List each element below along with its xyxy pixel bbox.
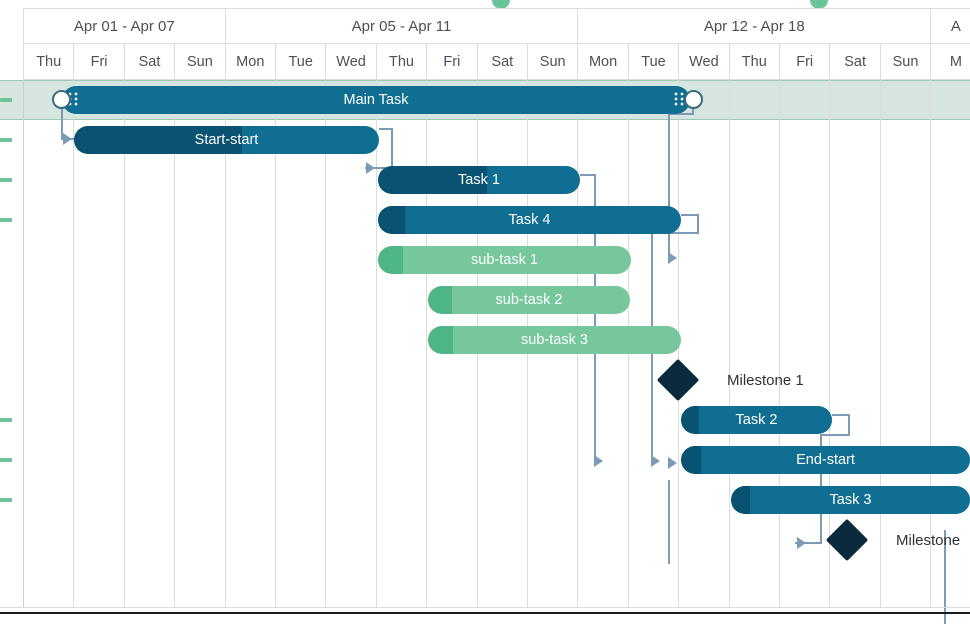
task-bar-label: Task 3 (829, 492, 872, 508)
task-progress-fill (428, 286, 453, 314)
grid-column-line (930, 80, 931, 607)
grid-column-line (73, 80, 74, 607)
task-bar-task-1[interactable]: Task 1 (378, 166, 580, 194)
timeline-day-cell: Sat (476, 44, 527, 80)
task-bar-label: Start-start (194, 132, 259, 148)
connector-segment (820, 434, 848, 436)
connector-segment (668, 113, 670, 258)
row-tick-icon (0, 498, 12, 502)
window-bottom-edge (0, 612, 970, 614)
timeline-week-cell: Apr 05 - Apr 11 (224, 8, 578, 44)
timeline-day-cell: Sun (879, 44, 931, 80)
resize-handle-main-task-end[interactable] (684, 90, 703, 109)
connector-arrow-icon (63, 133, 72, 145)
timeline-day-row: Thu Fri Sat Sun Mon Tue Wed Thu Fri Sat Sun Mon Tue W… (0, 44, 970, 80)
drag-handle-icon[interactable] (674, 92, 684, 108)
task-bar-sub-task-2[interactable]: sub-task 2 (428, 286, 630, 314)
grid-column-line (325, 80, 326, 607)
grid-column-line (376, 80, 377, 607)
task-bar-label: End-start (796, 452, 855, 468)
timeline-day-cell: Wed (325, 44, 376, 80)
grid-bottom-rule (0, 607, 970, 608)
task-bar-task-2[interactable]: Task 2 (681, 406, 832, 434)
timeline-day-cell: Thu (375, 44, 427, 80)
milestone-label: Milestone (896, 532, 961, 549)
grid-column-line (779, 80, 780, 607)
legend-strip (0, 0, 970, 8)
grid-column-line (174, 80, 175, 607)
task-progress-fill (378, 206, 406, 234)
connector-segment (848, 414, 850, 436)
task-progress-fill (681, 446, 702, 474)
grid-column-line (729, 80, 730, 607)
row-tick-icon (0, 98, 12, 102)
gantt-chart: Apr 01 - Apr 07 Apr 05 - Apr 11 Apr 12 - A… (0, 0, 970, 624)
connector-segment (697, 214, 699, 234)
timeline-day-cell: Sat (123, 44, 175, 80)
task-bar-label: Main Task (343, 92, 409, 108)
connector-arrow-icon (797, 537, 806, 549)
task-bar-sub-task-1[interactable]: sub-task 1 (378, 246, 631, 274)
timeline-day-cell: Thu (728, 44, 779, 80)
row-tick-icon (0, 418, 12, 422)
grid-column-line (225, 80, 226, 607)
task-progress-fill (378, 246, 404, 274)
grid-column-line (829, 80, 830, 607)
task-bar-sub-task-3[interactable]: sub-task 3 (428, 326, 681, 354)
gantt-body: Main Task Start-start Task 1 Task 4 sub-task… (0, 80, 970, 624)
grid-column-line (124, 80, 125, 607)
connector-arrow-icon (651, 455, 660, 467)
task-bar-label: Task 4 (508, 212, 551, 228)
task-bar-start-start[interactable]: Start-start (74, 126, 379, 154)
task-bar-label: Task 2 (735, 412, 778, 428)
timeline-day-cell: M (930, 44, 970, 80)
timeline-day-cell: Sun (174, 44, 225, 80)
row-tick-icon (0, 178, 12, 182)
timeline-day-cell: Fri (426, 44, 477, 80)
timeline-day-cell: Sun (527, 44, 578, 80)
gantt-row[interactable] (0, 360, 970, 400)
legend-dot-icon (810, 0, 828, 8)
connector-arrow-icon (366, 162, 375, 174)
grid-column-line (426, 80, 427, 607)
connector-arrow-icon (668, 252, 677, 264)
timeline-week-row: Apr 01 - Apr 07 Apr 05 - Apr 11 Apr 12 - A… (0, 8, 970, 44)
task-bar-label: Task 1 (458, 172, 500, 188)
timeline-week-cell: A (930, 8, 970, 44)
task-bar-task-4[interactable]: Task 4 (378, 206, 681, 234)
connector-segment (668, 480, 670, 564)
task-bar-end-start[interactable]: End-start (681, 446, 970, 474)
task-bar-label: sub-task 3 (521, 332, 588, 348)
task-bar-label: sub-task 2 (495, 292, 563, 308)
task-progress-fill (428, 326, 454, 354)
grid-column-line (275, 80, 276, 607)
row-tick-icon (0, 458, 12, 462)
legend-dot-icon (492, 0, 510, 8)
grid-column-line (880, 80, 881, 607)
task-bar-label: sub-task 1 (471, 252, 538, 268)
timeline-header: Apr 01 - Apr 07 Apr 05 - Apr 11 Apr 12 - A… (0, 8, 970, 80)
timeline-day-cell: Wed (678, 44, 729, 80)
grid-left-rule (23, 80, 24, 607)
timeline-day-cell: Tue (275, 44, 326, 80)
timeline-day-cell: Tue (627, 44, 679, 80)
timeline-day-cell: Fri (779, 44, 830, 80)
timeline-week-cell: Apr 01 - Apr 07 (23, 8, 225, 44)
timeline-day-cell: Sat (829, 44, 880, 80)
resize-handle-main-task-start[interactable] (52, 90, 71, 109)
connector-arrow-icon (668, 457, 677, 469)
connector-segment (391, 128, 393, 168)
timeline-day-cell: Mon (224, 44, 275, 80)
timeline-week-cell: Apr 12 - Apr 18 (577, 8, 931, 44)
timeline-day-cell: Fri (73, 44, 124, 80)
connector-arrow-icon (594, 455, 603, 467)
timeline-day-cell: Thu (23, 44, 74, 80)
milestone-label: Milestone 1 (727, 372, 804, 389)
task-bar-main-task[interactable]: Main Task (62, 86, 690, 114)
gantt-row[interactable] (0, 520, 970, 560)
timeline-day-cell: Mon (577, 44, 628, 80)
row-tick-icon (0, 218, 12, 222)
row-tick-icon (0, 138, 12, 142)
task-bar-task-3[interactable]: Task 3 (731, 486, 970, 514)
